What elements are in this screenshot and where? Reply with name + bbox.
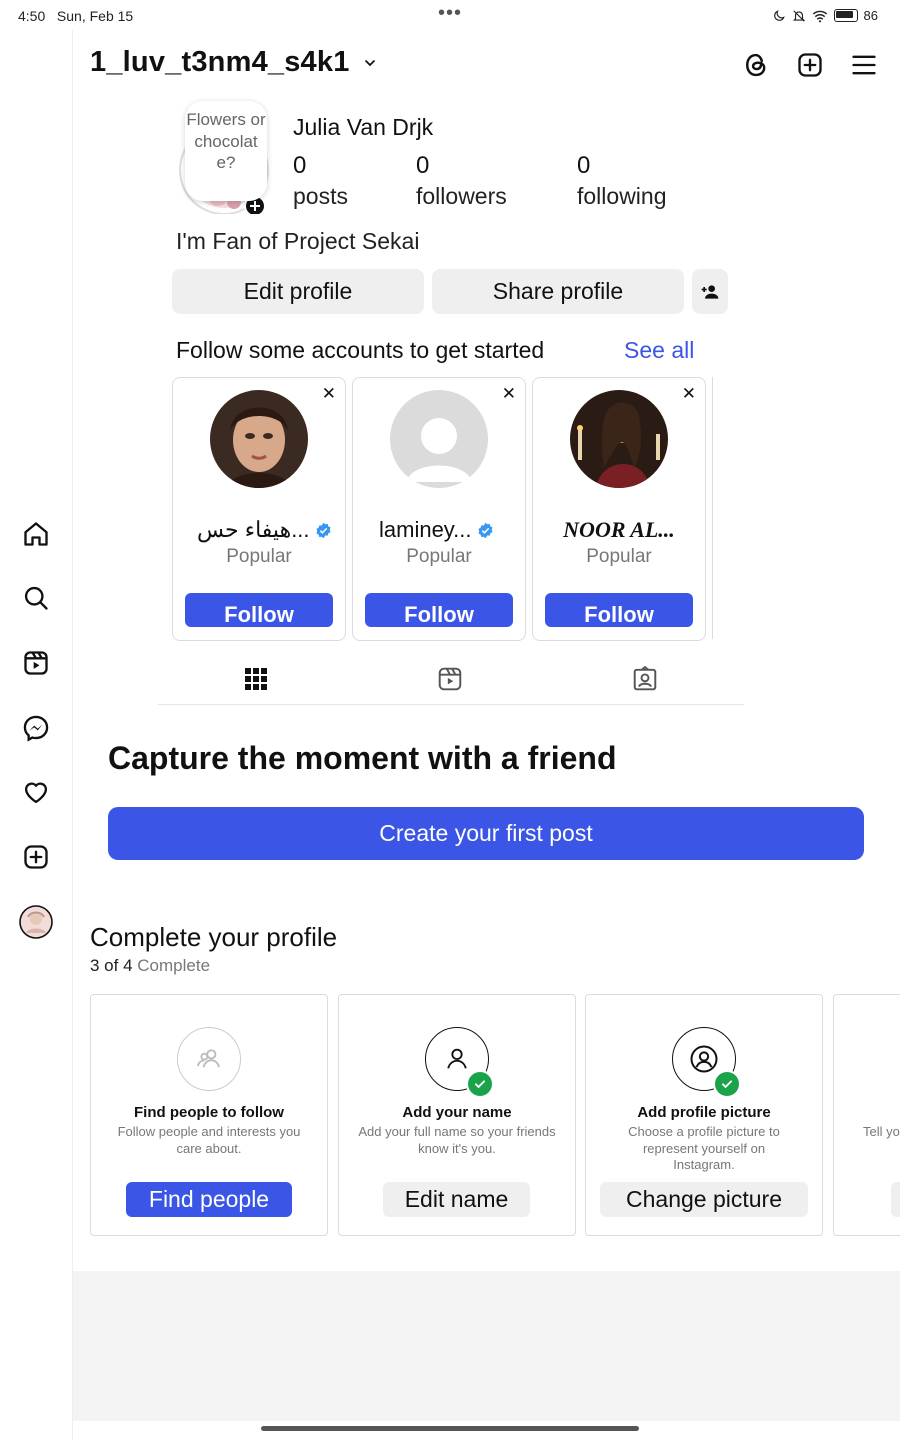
share-profile-button[interactable]: Share profile — [432, 269, 684, 314]
messenger-icon[interactable] — [18, 710, 54, 746]
follow-button[interactable]: Follow — [545, 593, 693, 627]
card-button-partial[interactable] — [891, 1182, 900, 1217]
complete-profile-progress: 3 of 4 Complete — [90, 956, 210, 976]
add-person-icon — [701, 284, 719, 299]
home-icon[interactable] — [18, 516, 54, 552]
username: 1_luv_t3nm4_s4k1 — [90, 46, 350, 78]
check-icon — [713, 1070, 741, 1098]
follow-button[interactable]: Follow — [185, 593, 333, 627]
posts-count[interactable]: 0 — [293, 152, 306, 180]
change-picture-button[interactable]: Change picture — [600, 1182, 808, 1217]
dismiss-icon[interactable]: ✕ — [322, 384, 336, 404]
suggestion-name[interactable]: laminey... — [379, 517, 494, 543]
suggestion-subtitle: Popular — [586, 546, 652, 567]
threads-icon[interactable] — [739, 48, 773, 82]
profile-full-name: Julia Van Drjk — [293, 114, 434, 140]
bottom-blank-area — [73, 1271, 900, 1421]
bell-off-icon — [792, 9, 805, 22]
status-time: 4:50 — [18, 8, 46, 24]
add-profile-picture-card[interactable]: Add profile picture Choose a profile pic… — [585, 994, 823, 1236]
profile-note-bubble[interactable]: Flowers or chocolate? — [185, 101, 267, 201]
moon-icon — [773, 9, 785, 21]
reels-tab-icon[interactable] — [435, 664, 465, 694]
wifi-icon — [812, 10, 827, 22]
heart-icon[interactable] — [18, 774, 54, 810]
new-post-icon[interactable] — [793, 48, 827, 82]
card-title: Add your name — [402, 1104, 512, 1121]
tagged-tab-icon[interactable] — [630, 664, 660, 694]
complete-profile-title: Complete your profile — [90, 922, 338, 952]
progress-count: 3 of 4 — [90, 956, 133, 975]
card-description: Follow people and interests you care abo… — [117, 1124, 301, 1156]
follow-button[interactable]: Follow — [365, 593, 513, 627]
username-switcher[interactable]: 1_luv_t3nm4_s4k1 — [90, 46, 378, 79]
find-people-button[interactable]: Find people — [126, 1182, 292, 1217]
empty-state-title: Capture the moment with a friend — [108, 740, 617, 776]
battery-icon — [833, 9, 858, 22]
battery-level: 86 — [863, 8, 878, 23]
card-title: Add profile picture — [637, 1104, 771, 1121]
verified-badge-icon — [478, 522, 493, 538]
profile-bio: I'm Fan of Project Sekai — [176, 228, 420, 254]
dismiss-icon[interactable]: ✕ — [682, 384, 696, 404]
verified-badge-icon — [316, 522, 331, 538]
edit-name-button[interactable]: Edit name — [383, 1182, 530, 1217]
grid-tab-icon[interactable] — [241, 664, 271, 694]
search-icon[interactable] — [18, 580, 54, 616]
suggestion-subtitle: Popular — [226, 546, 292, 567]
suggestion-avatar[interactable] — [570, 390, 668, 488]
followers-label[interactable]: followers — [416, 183, 507, 210]
following-count[interactable]: 0 — [577, 152, 590, 180]
profile-avatar-icon[interactable] — [18, 904, 54, 940]
card-title: Find people to follow — [134, 1104, 284, 1121]
suggestion-name-text: laminey... — [379, 517, 472, 542]
suggestion-name-text: هيفاء حس... — [197, 517, 310, 542]
status-time-date: 4:50 Sun, Feb 15 — [18, 8, 133, 24]
status-icons: 86 — [772, 8, 878, 23]
status-date: Sun, Feb 15 — [56, 8, 134, 24]
suggestion-card[interactable]: ✕ NOOR AL... Popular Follow — [532, 377, 706, 641]
status-dots[interactable]: ••• — [438, 2, 462, 25]
suggestion-avatar[interactable] — [210, 390, 308, 488]
suggestion-card-partial[interactable] — [712, 377, 719, 639]
create-icon[interactable] — [18, 839, 54, 875]
suggestion-name[interactable]: هيفاء حس... — [197, 517, 332, 543]
profile-picture-icon — [672, 1027, 741, 1098]
edit-profile-button[interactable]: Edit profile — [172, 269, 424, 314]
find-people-card[interactable]: Find people to follow Follow people and … — [90, 994, 328, 1236]
reels-icon[interactable] — [18, 645, 54, 681]
discover-people-button[interactable] — [692, 269, 728, 314]
suggestions-title: Follow some accounts to get started — [176, 337, 545, 363]
check-icon — [466, 1070, 494, 1098]
card-description: Add your full name so your friends know … — [358, 1124, 556, 1156]
add-bio-card-partial[interactable]: Tell yo — [833, 994, 900, 1236]
menu-icon[interactable] — [847, 48, 881, 82]
suggestion-name[interactable]: NOOR AL... — [533, 517, 705, 543]
card-description: Tell yo — [863, 1124, 900, 1139]
followers-count[interactable]: 0 — [416, 152, 429, 180]
people-icon — [177, 1027, 241, 1091]
person-icon — [425, 1027, 494, 1098]
suggestion-card[interactable]: ✕ laminey... Popular Follow — [352, 377, 526, 641]
chevron-down-icon — [364, 60, 375, 67]
suggestion-subtitle: Popular — [406, 546, 472, 567]
see-all-link[interactable]: See all — [624, 337, 694, 364]
tabs-divider — [158, 704, 744, 705]
posts-label[interactable]: posts — [293, 183, 348, 210]
progress-word: Complete — [137, 956, 211, 975]
suggestion-card[interactable]: ✕ هيفاء حس... Popular Follow — [172, 377, 346, 641]
card-description: Choose a profile picture to represent yo… — [628, 1124, 780, 1172]
dismiss-icon[interactable]: ✕ — [502, 384, 516, 404]
add-name-card[interactable]: Add your name Add your full name so your… — [338, 994, 576, 1236]
home-indicator[interactable] — [261, 1426, 639, 1431]
create-first-post-button[interactable]: Create your first post — [108, 807, 864, 860]
following-label[interactable]: following — [577, 183, 667, 210]
suggestion-avatar[interactable] — [390, 390, 488, 488]
